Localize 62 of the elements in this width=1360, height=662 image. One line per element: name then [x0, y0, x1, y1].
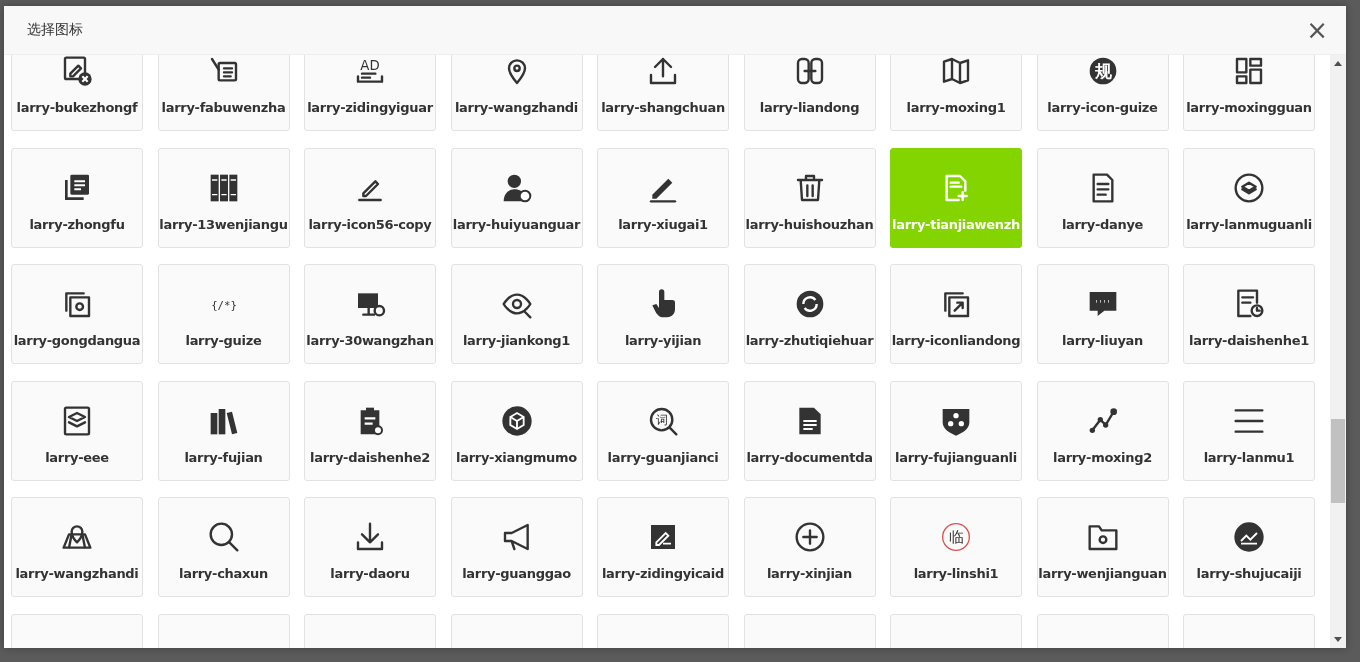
- chart-circle-icon: [1233, 521, 1265, 553]
- search-icon: [207, 521, 240, 553]
- icon-option[interactable]: larry-yijian: [597, 264, 729, 364]
- icon-option[interactable]: larry-jiankong1: [450, 264, 583, 364]
- layers-circle-icon: [1233, 171, 1265, 204]
- icon-option[interactable]: larry-xinjian: [743, 497, 876, 597]
- scroll-down-icon[interactable]: [1334, 637, 1342, 642]
- icon-option[interactable]: larry-shangchuan: [597, 55, 729, 131]
- icon-option[interactable]: larry-fujianguanli: [890, 380, 1022, 481]
- icon-option[interactable]: larry-xiangmumo: [450, 380, 583, 481]
- icon-option[interactable]: larry-zhongfu: [11, 147, 143, 248]
- layers-icon: [61, 404, 93, 437]
- icon-option[interactable]: larry-daishenhe2: [304, 380, 436, 481]
- icon-option[interactable]: larry-icon56-copy: [304, 147, 436, 248]
- upload-icon: [647, 55, 679, 87]
- close-button[interactable]: ×: [1302, 17, 1332, 43]
- icon-option[interactable]: larry-liuyan: [1036, 264, 1169, 364]
- icon-option[interactable]: {/*} larry-guize: [157, 264, 290, 364]
- icon-option[interactable]: larry-chaxun: [157, 497, 290, 597]
- icon-option[interactable]: larry-documentda: [743, 380, 876, 481]
- icon-option[interactable]: larry-danye: [1036, 147, 1169, 248]
- layout-grid-icon: [1233, 55, 1265, 87]
- code-braces-icon: {/*}: [207, 288, 240, 320]
- icon-option[interactable]: 词 larry-guanjianci: [597, 380, 729, 481]
- icon-option[interactable]: larry-30wangzhan: [304, 264, 436, 364]
- icon-option[interactable]: larry-zhutiqiehuar: [743, 264, 876, 364]
- character-circle-icon: 临: [940, 521, 972, 553]
- icon-option[interactable]: larry-zidingyicaid: [597, 497, 729, 597]
- folded-map-icon: [940, 55, 972, 87]
- icon-option[interactable]: larry-gongdangua: [11, 264, 143, 364]
- icon-option[interactable]: larry-wangzhandi: [450, 55, 583, 131]
- dialog-title: 选择图标: [27, 21, 83, 39]
- icon-option[interactable]: larry-liandong: [743, 55, 876, 131]
- icon-option[interactable]: larry-iconliandong: [890, 264, 1022, 364]
- icon-option[interactable]: larry-daishenhe1: [1183, 264, 1315, 364]
- icon-option[interactable]: larry-wangzhandi: [11, 497, 143, 597]
- icon-option[interactable]: 规 larry-icon-guize: [1036, 55, 1169, 131]
- scrollbar[interactable]: [1330, 55, 1346, 648]
- cube-circle-icon: [500, 404, 533, 437]
- icon-option[interactable]: larry-daoru: [304, 497, 436, 597]
- icon-option[interactable]: larry-moxingguan: [1183, 55, 1315, 131]
- scrollbar-thumb[interactable]: [1331, 419, 1345, 503]
- icon-option[interactable]: larry-huiyuanguar: [450, 147, 583, 248]
- icon-option[interactable]: larry-bukezhongf: [11, 55, 143, 131]
- icon-option[interactable]: larry-shujucaiji: [1183, 497, 1315, 597]
- icon-option[interactable]: larry-eee: [11, 380, 143, 481]
- icon-option[interactable]: 临 larry-linshi1: [890, 497, 1022, 597]
- icon-option[interactable]: larry-huishouzhan: [743, 147, 876, 248]
- icon-option[interactable]: larry-moxing2: [1036, 380, 1169, 481]
- icon-option[interactable]: larry-lanmu1: [1183, 380, 1315, 481]
- icon-option[interactable]: larry-moxing1: [890, 55, 1022, 131]
- icon-option[interactable]: larry-wenjianguan: [1036, 497, 1169, 597]
- download-icon: [354, 521, 386, 553]
- icon-option[interactable]: larry-guanggao: [450, 497, 583, 597]
- icon-option[interactable]: larry-lanmuguanli: [1183, 147, 1315, 248]
- scroll-up-icon[interactable]: [1334, 61, 1342, 66]
- icon-option[interactable]: larry-xiugai1: [597, 147, 729, 248]
- icon-option[interactable]: AD larry-zidingyiguar: [304, 55, 436, 131]
- icon-option[interactable]: larry-fujian: [157, 380, 290, 481]
- icon-option[interactable]: larry-13wenjiangu: [157, 147, 290, 248]
- icon-option[interactable]: larry-fabuwenzha: [157, 55, 290, 131]
- plus-circle-icon: [793, 521, 826, 553]
